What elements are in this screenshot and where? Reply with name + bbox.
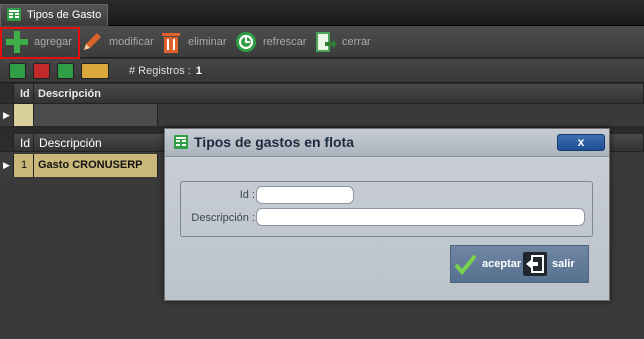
col-id-header[interactable]: Id (14, 134, 34, 151)
app-window: Tipos de Gasto agregar modificar elimina… (0, 0, 644, 339)
dialog-body: Id : Descripción : aceptar salir (165, 158, 609, 300)
settings-dropdown-icon[interactable] (81, 63, 109, 79)
eliminar-button[interactable]: eliminar (159, 29, 229, 55)
row-id-cell[interactable]: 1 (14, 154, 34, 177)
col-descripcion-header[interactable]: Descripción (34, 84, 644, 103)
grid-toolbar: # Registros : 1 (0, 59, 644, 83)
modificar-button[interactable]: modificar (80, 29, 155, 55)
header-corner (0, 84, 14, 103)
agregar-highlight-box (0, 27, 80, 59)
grid-icon (174, 135, 188, 149)
registros-label: # Registros : (129, 65, 191, 77)
exit-door-icon (523, 252, 547, 276)
cerrar-button[interactable]: cerrar (313, 29, 373, 55)
eliminar-label: eliminar (188, 36, 227, 48)
filter-id-cell[interactable] (14, 104, 34, 126)
magnet-icon[interactable] (33, 63, 50, 79)
close-button[interactable]: x (557, 134, 605, 151)
dialog-actions: aceptar salir (450, 245, 589, 283)
document-exit-icon (316, 32, 337, 52)
form-fieldset: Id : Descripción : (180, 181, 593, 237)
registros-count: 1 (195, 65, 202, 77)
salir-label: salir (552, 258, 575, 270)
salir-button[interactable]: salir (521, 246, 589, 282)
export-down-icon[interactable] (9, 63, 26, 79)
export-sheet-icon[interactable] (57, 63, 74, 79)
refrescar-button[interactable]: refrescar (234, 29, 310, 55)
row-pointer-icon: ▶ (0, 154, 14, 177)
main-toolbar: agregar modificar eliminar refrescar cer… (0, 26, 644, 58)
aceptar-button[interactable]: aceptar (451, 246, 521, 282)
modificar-label: modificar (109, 36, 154, 48)
row-descripcion-cell[interactable]: Gasto CRONUSERP (34, 154, 158, 177)
filter-descripcion-cell[interactable] (34, 104, 158, 126)
cerrar-label: cerrar (342, 36, 371, 48)
checkmark-icon (454, 254, 477, 276)
filter-grid: Id Descripción ▶ (0, 84, 644, 126)
refresh-icon (236, 32, 256, 52)
dialog-header: Tipos de gastos en flota x (165, 129, 609, 157)
tab-tipos-de-gasto[interactable]: Tipos de Gasto (0, 4, 108, 26)
refrescar-label: refrescar (263, 36, 307, 48)
title-bar: Tipos de Gasto (0, 0, 644, 26)
tipos-gastos-dialog: Tipos de gastos en flota x Id : Descripc… (164, 128, 610, 301)
descripcion-label: Descripción : (191, 212, 255, 224)
trash-icon (162, 33, 180, 53)
filter-grid-header: Id Descripción (0, 84, 644, 104)
aceptar-label: aceptar (482, 258, 522, 270)
id-label: Id : (239, 189, 255, 201)
filter-row[interactable]: ▶ (0, 104, 644, 126)
descripcion-field[interactable] (256, 208, 585, 226)
dialog-title: Tipos de gastos en flota (194, 134, 354, 150)
row-pointer-icon: ▶ (0, 104, 14, 126)
header-corner (0, 134, 14, 151)
pencil-icon (84, 33, 101, 50)
grid-icon (7, 8, 21, 21)
col-id-header[interactable]: Id (14, 84, 34, 103)
id-field[interactable] (256, 186, 354, 204)
registros-counter: # Registros : 1 (129, 62, 202, 80)
tab-label: Tipos de Gasto (27, 9, 102, 21)
